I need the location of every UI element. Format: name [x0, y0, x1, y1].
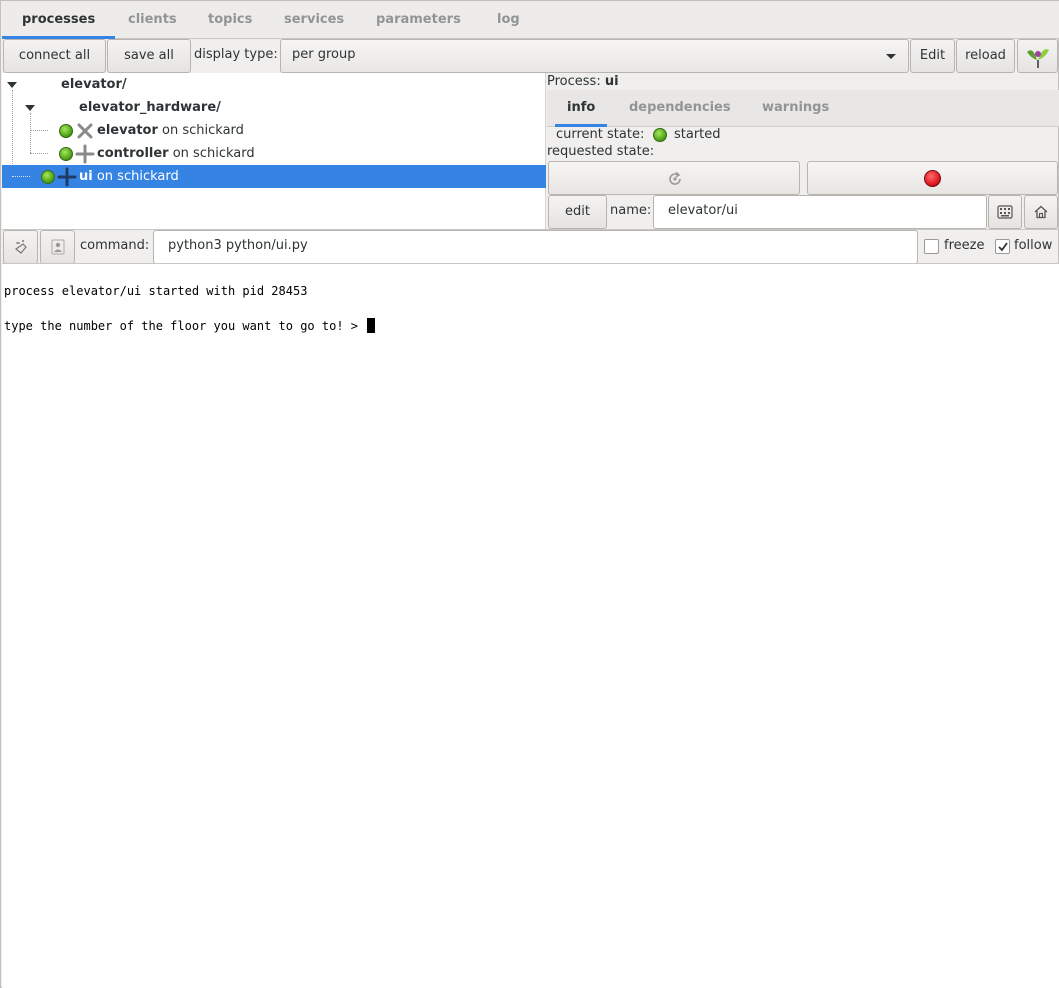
- keyboard-icon: [997, 205, 1013, 219]
- save-all-button[interactable]: save all: [107, 39, 191, 73]
- tab-info[interactable]: info: [555, 90, 608, 127]
- restart-button[interactable]: [548, 161, 800, 195]
- current-state-value: started: [674, 127, 721, 142]
- console-prompt-line: type the number of the floor you want to…: [4, 318, 376, 333]
- clear-icon: [15, 240, 27, 254]
- display-type-select[interactable]: per group: [280, 39, 909, 73]
- freeze-checkbox[interactable]: [924, 239, 939, 254]
- console-line: process elevator/ui started with pid 284…: [4, 284, 308, 298]
- text-cursor: [367, 318, 376, 333]
- plus-icon: [75, 144, 95, 164]
- user-icon: [51, 239, 65, 255]
- edit-config-button[interactable]: Edit: [910, 39, 955, 73]
- command-field[interactable]: python3 python/ui.py: [153, 230, 918, 264]
- chevron-down-icon: [886, 54, 896, 59]
- command-label: command:: [80, 238, 150, 253]
- process-title-name: ui: [604, 74, 619, 89]
- process-name: controller: [97, 146, 169, 161]
- tree-group-label: elevator/: [61, 77, 127, 92]
- tab-topics[interactable]: topics: [188, 1, 272, 39]
- plus-icon: [57, 167, 77, 187]
- restart-icon: [669, 171, 681, 185]
- user-button[interactable]: [40, 230, 75, 264]
- process-host: on schickard: [168, 146, 255, 161]
- tree-process-elevator[interactable]: elevator on schickard: [2, 119, 546, 142]
- process-title: Process: ui: [547, 72, 619, 92]
- process-host: on schickard: [92, 169, 179, 184]
- process-tree: elevator/ elevator_hardware/ elevator on…: [2, 73, 546, 229]
- leaf-logo-icon: [1027, 49, 1049, 68]
- tree-group-label: elevator_hardware/: [79, 100, 221, 115]
- follow-label: follow: [1014, 238, 1053, 253]
- name-label: name:: [610, 203, 652, 218]
- freeze-label: freeze: [944, 238, 985, 253]
- status-running-icon: [59, 147, 73, 161]
- tab-log[interactable]: log: [477, 1, 540, 39]
- tab-services[interactable]: services: [264, 1, 364, 39]
- stop-icon: [924, 170, 941, 187]
- process-host: on schickard: [157, 123, 244, 138]
- tree-process-ui[interactable]: ui on schickard: [2, 165, 546, 188]
- cross-icon: [77, 123, 93, 139]
- follow-checkbox[interactable]: [995, 239, 1010, 254]
- process-subtabs: info dependencies warnings: [547, 90, 1059, 127]
- display-type-label: display type:: [194, 47, 278, 62]
- tab-processes[interactable]: processes: [2, 1, 116, 39]
- process-name: elevator: [97, 123, 158, 138]
- expander-open-icon[interactable]: [7, 82, 17, 88]
- keyboard-button[interactable]: [988, 195, 1022, 229]
- console-line: type the number of the floor you want to…: [4, 319, 366, 333]
- tab-dependencies[interactable]: dependencies: [617, 90, 743, 127]
- status-running-icon: [653, 128, 667, 142]
- tree-group-elevator[interactable]: elevator/: [2, 73, 546, 96]
- status-running-icon: [41, 170, 55, 184]
- home-icon: [1034, 205, 1048, 219]
- tab-parameters[interactable]: parameters: [356, 1, 481, 39]
- tree-process-controller[interactable]: controller on schickard: [2, 142, 546, 165]
- main-tabbar: processes clients topics services parame…: [2, 1, 1059, 39]
- connect-all-button[interactable]: connect all: [3, 39, 106, 73]
- process-title-label: Process:: [547, 74, 601, 89]
- tab-clients[interactable]: clients: [108, 1, 197, 39]
- process-name-value: elevator/ui: [668, 203, 738, 218]
- display-type-value: per group: [292, 47, 356, 62]
- process-name-field[interactable]: elevator/ui: [653, 195, 987, 229]
- stop-button[interactable]: [807, 161, 1058, 195]
- tree-group-elevator-hardware[interactable]: elevator_hardware/: [2, 96, 546, 119]
- console-output[interactable]: process elevator/ui started with pid 284…: [2, 264, 1059, 988]
- logo-button[interactable]: [1017, 39, 1058, 73]
- checkmark-icon: [998, 242, 1008, 252]
- home-button[interactable]: [1024, 195, 1058, 229]
- requested-state-label: requested state:: [547, 144, 655, 159]
- status-running-icon: [59, 124, 73, 138]
- app-window: processes clients topics services parame…: [0, 0, 1059, 988]
- edit-process-button[interactable]: edit: [548, 195, 607, 229]
- process-name: ui: [79, 169, 93, 184]
- command-value: python3 python/ui.py: [168, 238, 308, 253]
- tab-warnings[interactable]: warnings: [750, 90, 841, 127]
- reload-button[interactable]: reload: [956, 39, 1015, 73]
- expander-open-icon[interactable]: [25, 105, 35, 111]
- clear-console-button[interactable]: [3, 230, 38, 264]
